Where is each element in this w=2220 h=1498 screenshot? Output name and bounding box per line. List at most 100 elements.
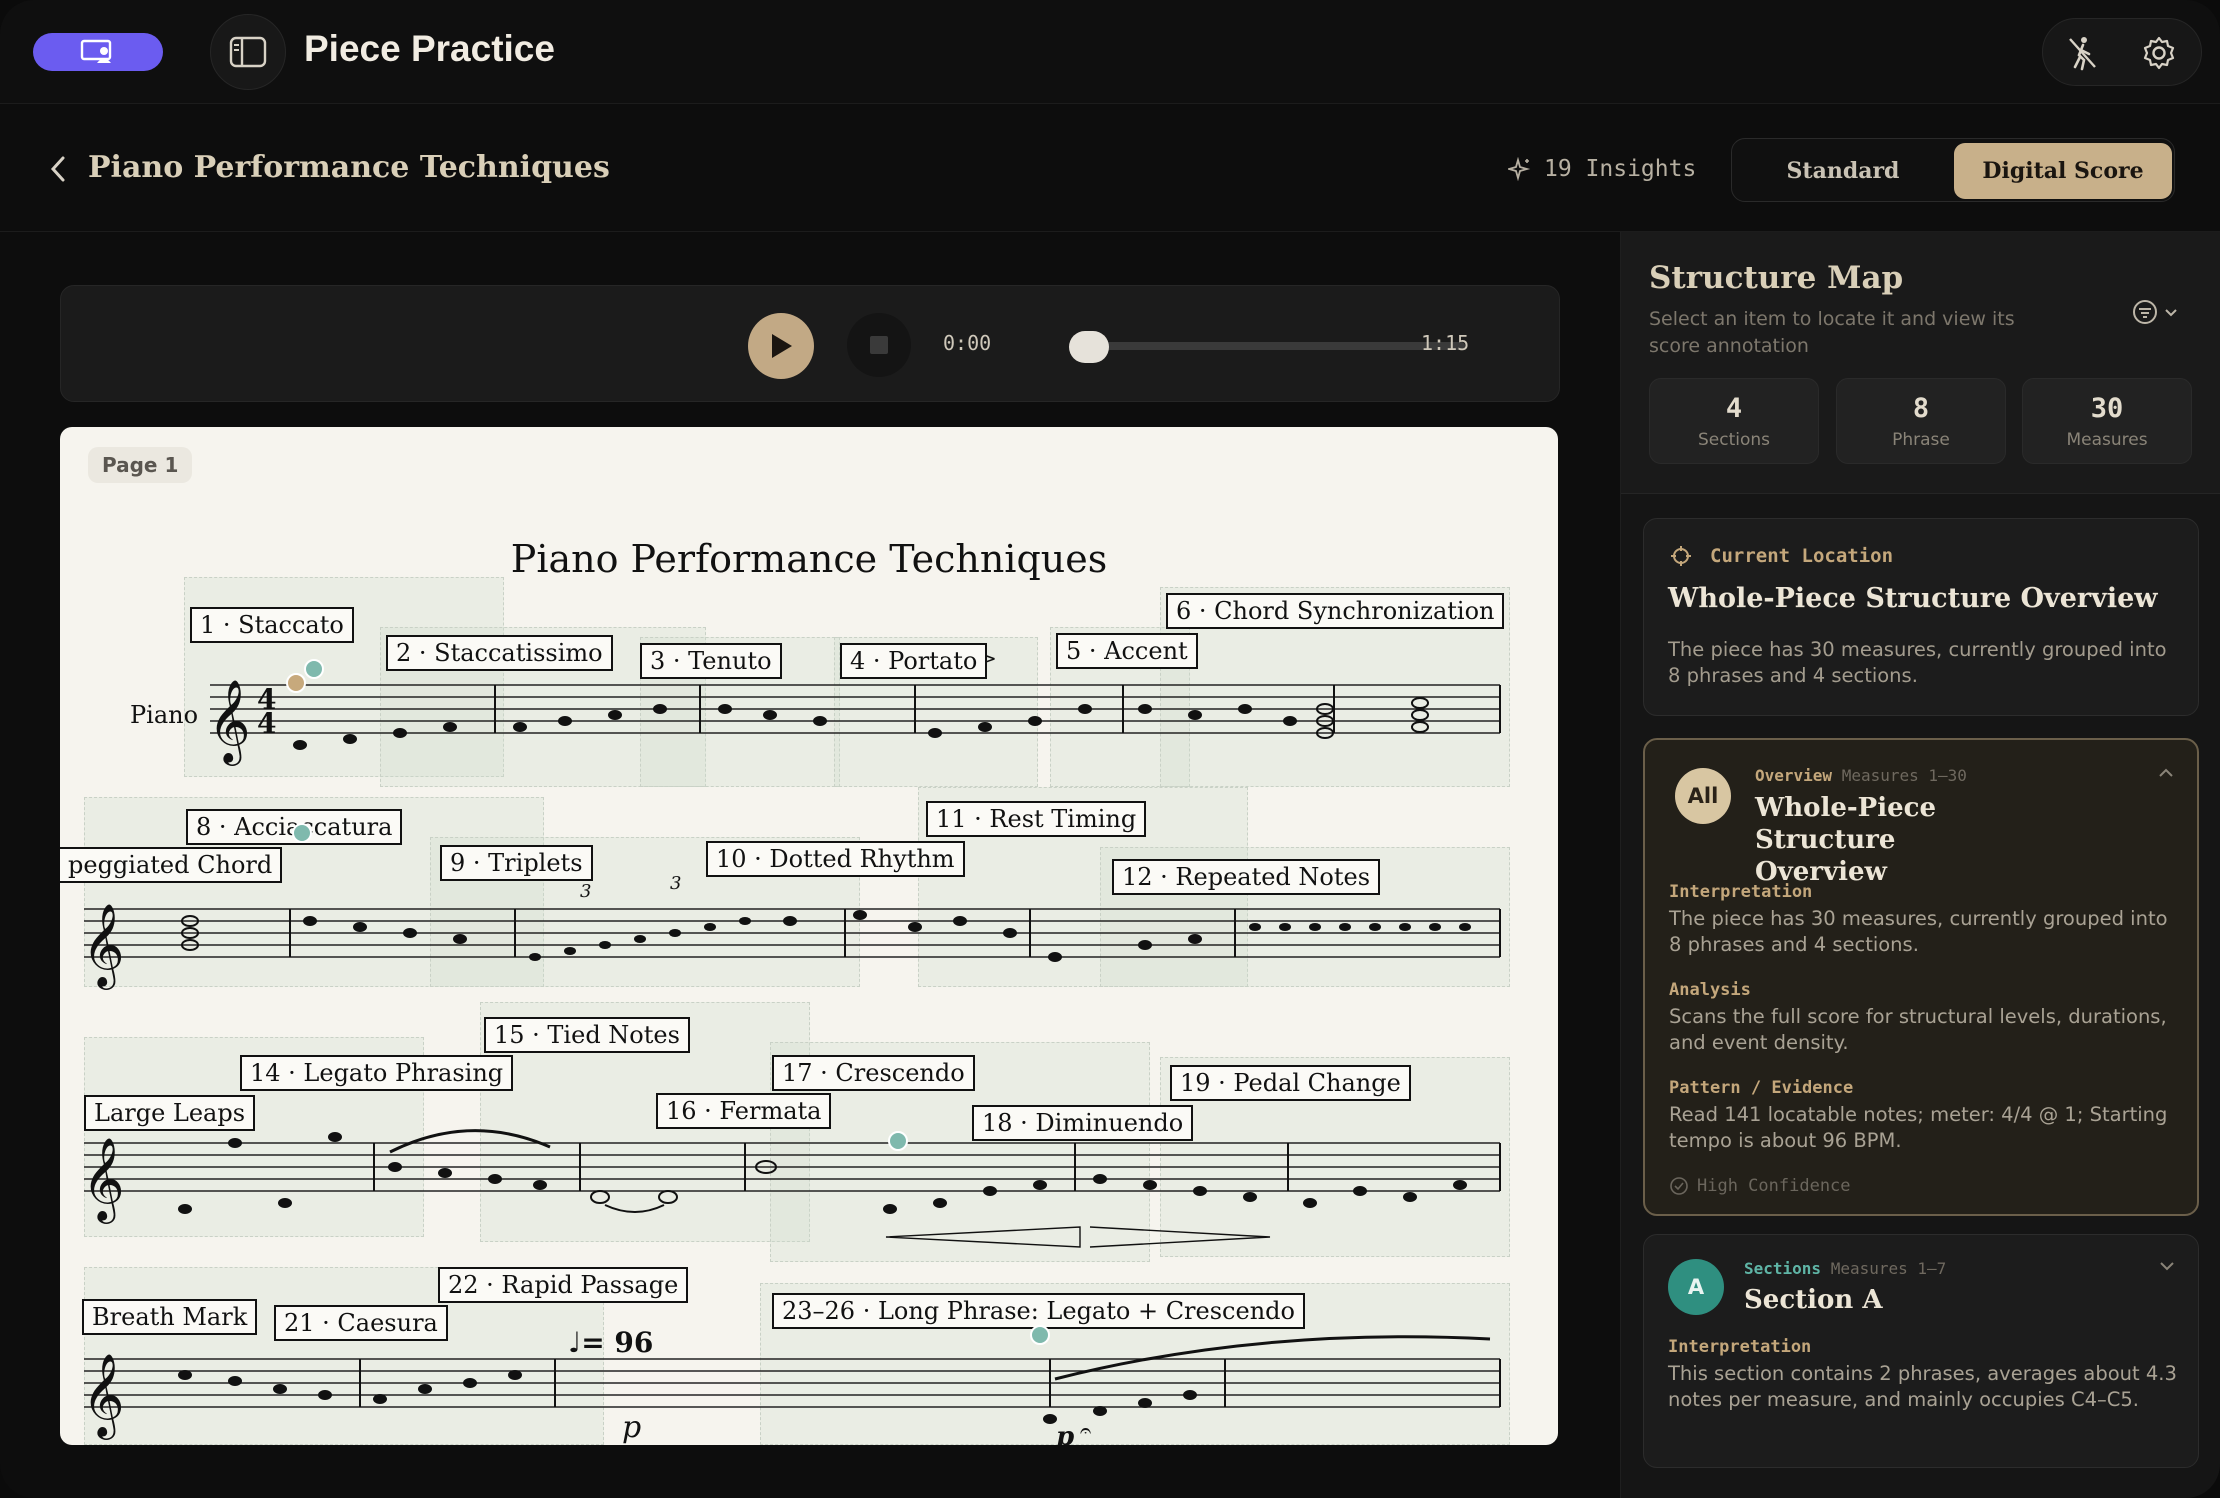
overview-badge: All [1675,768,1731,824]
svg-text:𝄐: 𝄐 [1080,1418,1091,1442]
overview-meta: Overview Measures 1–30 [1755,766,1967,785]
section-a-kind: Sections [1744,1259,1822,1278]
toolbar-right [2042,18,2202,86]
svg-text:𝄞: 𝄞 [82,902,125,990]
screen-person-icon [80,39,112,63]
section-a-title: Section A [1744,1285,1883,1315]
play-button[interactable] [748,313,814,379]
app-window: Piece Practice Piano Performance Techniq… [0,0,2220,1498]
duration: 1:15 [1421,331,1470,355]
structure-panel-header: Structure Map Select an item to locate i… [1621,232,2220,494]
structure-panel: Structure Map Select an item to locate i… [1620,232,2220,1498]
chevron-down-icon[interactable] [2158,1257,2176,1275]
document-header: Piano Performance Techniques 19 Insights… [0,104,2220,232]
score-page: Page 1 Piano Performance Techniques 𝄞 4 … [60,427,1558,1445]
audio-player: 0:00 1:15 [60,285,1560,402]
annotation-label[interactable]: 23–26 · Long Phrase: Legato + Crescendo [772,1293,1305,1329]
stat-sections: 4 Sections [1649,378,1819,464]
stop-icon [870,336,888,354]
focus-mode-button[interactable] [2063,33,2103,73]
section-a-meta: Sections Measures 1–7 [1744,1259,1946,1278]
walking-slash-icon [2069,37,2096,71]
progress-knob[interactable] [1069,331,1109,363]
marker-dot[interactable] [286,673,306,693]
overview-range: Measures 1–30 [1841,766,1967,785]
current-location-text: The piece has 30 measures, currently gro… [1668,638,2167,687]
annotation-label[interactable]: 4 · Portato [840,643,988,679]
current-location-title: Whole-Piece Structure Overview [1668,583,2158,614]
stop-button[interactable] [847,313,911,377]
screen-share-button[interactable] [33,33,163,71]
annotation-label[interactable]: 9 · Triplets [440,845,593,881]
sidebar-toggle-button[interactable] [210,14,286,90]
stat-label: Phrase [1892,430,1950,450]
overview-interp-label: Interpretation [1669,882,1813,902]
crosshair-icon [1671,546,1691,566]
stat-label: Measures [2066,430,2148,450]
settings-button[interactable] [2139,33,2179,73]
chevron-up-icon[interactable] [2157,764,2175,782]
mode-standard-tab[interactable]: Standard [1736,143,1950,199]
chevron-down-icon [2165,309,2177,317]
annotation-label[interactable]: 2 · Staccatissimo [386,635,613,671]
marker-dot[interactable] [1030,1325,1050,1345]
section-a-interp-label: Interpretation [1668,1337,1812,1357]
progress-track[interactable] [1091,342,1465,350]
annotation-label[interactable]: 12 · Repeated Notes [1112,859,1381,895]
overview-interp-text: The piece has 30 measures, currently gro… [1669,907,2168,956]
stat-value: 4 [1725,393,1743,424]
annotation-label[interactable]: 11 · Rest Timing [926,801,1147,837]
sidebar-icon [229,36,267,68]
marker-dot[interactable] [292,823,312,843]
annotation-label[interactable]: 17 · Crescendo [772,1055,975,1091]
filter-dropdown[interactable] [2131,296,2191,328]
annotation-label[interactable]: 15 · Tied Notes [484,1017,690,1053]
annotation-label[interactable]: 3 · Tenuto [640,643,782,679]
annotation-label[interactable]: 16 · Fermata [656,1093,832,1129]
annotation-label[interactable]: 21 · Caesura [274,1305,448,1341]
instrument-label: Piano [130,701,199,729]
panel-subtitle: Select an item to locate it and view its… [1649,308,2015,357]
insights-button[interactable]: 19 Insights [1508,156,1696,182]
annotation-label[interactable]: Breath Mark [82,1299,258,1335]
annotation-label[interactable]: 18 · Diminuendo [972,1105,1194,1141]
overview-title: Whole-Piece Structure Overview [1755,793,1936,887]
stat-value: 30 [2090,393,2124,424]
annotation-label[interactable]: 14 · Legato Phrasing [240,1055,514,1091]
current-location-card[interactable]: Current Location Whole-Piece Structure O… [1643,518,2199,716]
panel-title: Structure Map [1649,260,1904,296]
annotation-label[interactable]: peggiated Chord [60,847,283,883]
overview-card[interactable]: All Overview Measures 1–30 Whole-Piece S… [1643,738,2199,1216]
overview-analysis-label: Analysis [1669,980,1751,1000]
check-badge-icon [1670,1177,1688,1195]
marker-dot[interactable] [304,659,324,679]
marker-dot[interactable] [888,1131,908,1151]
top-bar: Piece Practice [0,0,2220,104]
app-title: Piece Practice [304,28,555,69]
mode-digital-score-tab[interactable]: Digital Score [1954,143,2172,199]
filter-icon [2133,300,2157,324]
annotation-label[interactable]: 10 · Dotted Rhythm [706,841,965,877]
confidence-label: High Confidence [1697,1176,1851,1196]
section-a-interp-text: This section contains 2 phrases, average… [1668,1362,2177,1411]
svg-text:𝄞: 𝄞 [82,1352,125,1440]
overview-kind: Overview [1755,766,1833,785]
annotation-label[interactable]: 5 · Accent [1056,633,1198,669]
annotation-label[interactable]: 6 · Chord Synchronization [1166,593,1505,629]
view-mode-switch: Standard Digital Score [1731,138,2175,202]
overview-analysis-text: Scans the full score for structural leve… [1669,1005,2167,1054]
stat-phrases: 8 Phrase [1836,378,2006,464]
annotation-label[interactable]: 22 · Rapid Passage [438,1267,689,1303]
section-a-badge: A [1668,1259,1724,1315]
svg-text:3: 3 [670,873,681,894]
annotation-label[interactable]: Large Leaps [84,1095,256,1131]
chevron-left-icon[interactable] [44,154,74,184]
svg-text:4: 4 [257,707,276,740]
tempo-marking: ♩= 96 [568,1326,654,1359]
overview-pattern-label: Pattern / Evidence [1669,1078,1854,1098]
current-time: 0:00 [943,331,992,355]
annotation-label[interactable]: 1 · Staccato [190,607,354,643]
section-a-card[interactable]: A Sections Measures 1–7 Section A Interp… [1643,1234,2199,1468]
annotation-label[interactable]: 19 · Pedal Change [1170,1065,1411,1101]
svg-text:𝄞: 𝄞 [208,678,251,766]
